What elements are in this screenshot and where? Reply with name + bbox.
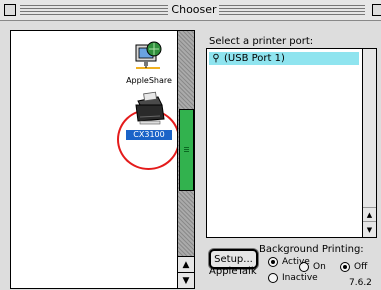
radio-label: Off — [354, 262, 368, 272]
radio-label: Inactive — [282, 273, 318, 283]
grip-icon — [184, 147, 189, 152]
radio-label: On — [313, 262, 326, 272]
device-label: AppleShare — [126, 76, 172, 85]
device-list-content: AppleShare CX3100 — [11, 31, 180, 288]
port-scroll-down-button[interactable]: ▼ — [363, 221, 376, 237]
chooser-window: Chooser AppleShare CX3100 ▲ ▼ Select a p… — [0, 0, 381, 290]
scroll-down-button[interactable]: ▼ — [178, 272, 194, 288]
radio-on-icon — [268, 257, 278, 267]
arrow-down-icon: ▼ — [366, 225, 373, 234]
background-printing-label: Background Printing: — [259, 244, 364, 255]
scroll-up-button[interactable]: ▲ — [178, 256, 194, 272]
port-item-label: (USB Port 1) — [224, 53, 285, 64]
background-printing-off-radio[interactable]: Off — [340, 262, 367, 272]
title-bar[interactable]: Chooser — [0, 0, 381, 21]
scroll-thumb[interactable] — [179, 109, 194, 191]
port-scroll-up-button[interactable]: ▲ — [363, 207, 376, 222]
scroll-track[interactable] — [178, 31, 194, 256]
printer-icon — [130, 91, 168, 130]
version-label: 7.6.2 — [349, 278, 372, 288]
device-label: CX3100 — [126, 130, 172, 140]
zoom-box-icon[interactable] — [372, 4, 381, 16]
port-item-usb[interactable]: ⚲ (USB Port 1) — [209, 52, 359, 65]
window-title: Chooser — [170, 3, 218, 16]
arrow-up-icon: ▲ — [182, 259, 190, 270]
radio-on-icon — [340, 262, 350, 272]
port-list-scrollbar[interactable]: ▲ ▼ — [362, 49, 376, 237]
appletalk-active-radio[interactable]: Active — [268, 257, 310, 267]
arrow-down-icon: ▼ — [182, 275, 190, 286]
device-list-scrollbar[interactable]: ▲ ▼ — [177, 31, 194, 288]
arrow-up-icon: ▲ — [366, 211, 373, 219]
radio-label: Active — [282, 257, 310, 267]
usb-icon: ⚲ — [212, 53, 220, 64]
radio-off-icon — [268, 273, 278, 283]
close-box-icon[interactable] — [4, 4, 16, 16]
appleshare-icon — [132, 41, 166, 76]
port-list[interactable]: ⚲ (USB Port 1) ▲ ▼ — [206, 48, 377, 238]
title-stripes-left — [20, 5, 168, 15]
title-stripes-right — [219, 5, 365, 15]
port-label: Select a printer port: — [209, 36, 314, 47]
device-list[interactable]: AppleShare CX3100 ▲ ▼ — [10, 30, 195, 289]
appletalk-label: AppleTalk — [209, 266, 257, 277]
device-appleshare[interactable]: AppleShare — [121, 39, 177, 86]
device-cx3100[interactable]: CX3100 — [123, 91, 175, 140]
appletalk-inactive-radio[interactable]: Inactive — [268, 273, 318, 283]
